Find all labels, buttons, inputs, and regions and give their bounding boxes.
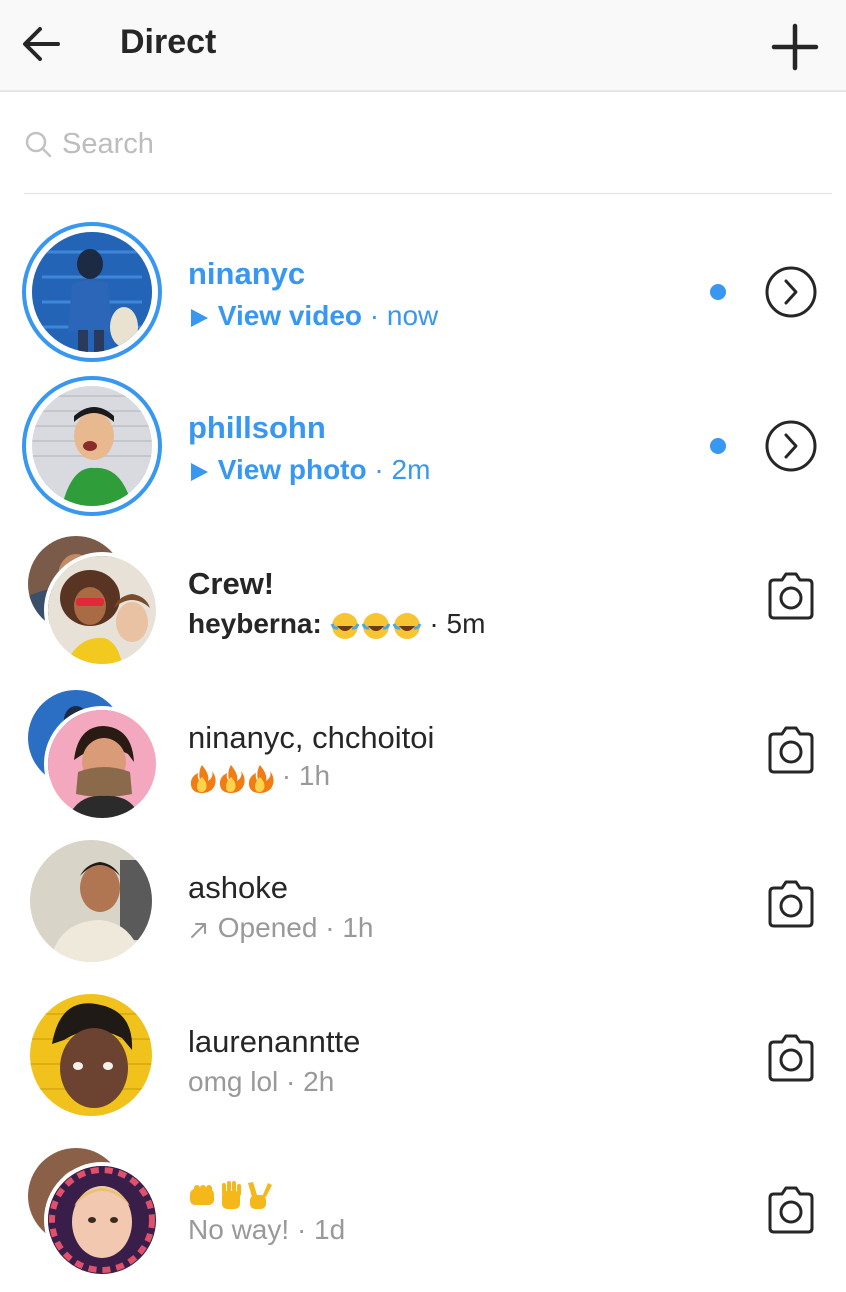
timestamp: 1h <box>298 760 331 791</box>
thread-row[interactable]: Crew! heyberna: · 5m <box>0 528 846 678</box>
separator: · <box>429 608 439 639</box>
camera-icon <box>768 726 814 774</box>
thread-preview: · 1h <box>188 758 330 794</box>
camera-button[interactable] <box>762 1182 820 1240</box>
timestamp: 2h <box>303 1066 335 1097</box>
play-icon <box>191 308 208 327</box>
separator: · <box>369 300 380 331</box>
timestamp: now <box>386 300 439 331</box>
camera-icon <box>768 572 814 620</box>
unread-dot <box>710 284 726 300</box>
thread-name: ninanyc, chchoitoi <box>188 720 435 755</box>
camera-icon <box>768 880 814 928</box>
chevron-right-circle-icon <box>765 266 817 318</box>
sender-name: heyberna: <box>188 608 322 639</box>
thread-row[interactable]: ninanyc, chchoitoi · 1h <box>0 682 846 832</box>
media-label: View video <box>217 300 362 331</box>
thread-row[interactable]: ashoke Opened · 1h <box>0 836 846 986</box>
thread-name: laurenanntte <box>188 1024 361 1059</box>
thread-preview: heyberna: · 5m <box>188 606 485 642</box>
thread-preview: omg lol · 2h <box>188 1064 334 1100</box>
message-text: No way! <box>188 1214 290 1245</box>
thread-name: Crew! <box>188 566 275 601</box>
opened-arrow-icon <box>191 922 206 938</box>
search-input[interactable]: Search <box>24 118 832 170</box>
timestamp: 1h <box>342 912 374 943</box>
avatar[interactable] <box>22 222 162 362</box>
divider <box>24 193 832 194</box>
fire-emoji <box>190 764 274 793</box>
camera-button[interactable] <box>762 568 820 626</box>
camera-icon <box>768 1034 814 1082</box>
thread-name <box>188 1174 274 1214</box>
separator: · <box>325 912 335 943</box>
camera-button[interactable] <box>762 876 820 934</box>
thread-preview: View video · now <box>188 298 438 334</box>
timestamp: 1d <box>314 1214 346 1245</box>
play-icon <box>191 462 208 481</box>
back-button[interactable] <box>18 20 66 68</box>
open-thread-button[interactable] <box>762 263 820 321</box>
avatar[interactable] <box>44 552 160 668</box>
message-text: omg lol <box>188 1066 279 1097</box>
timestamp: 5m <box>446 608 486 639</box>
avatar[interactable] <box>22 376 162 516</box>
avatar[interactable] <box>30 994 152 1116</box>
separator: · <box>281 760 292 791</box>
search-icon <box>25 131 52 158</box>
thread-preview: No way! · 1d <box>188 1212 345 1248</box>
thread-name: ninanyc <box>188 256 306 291</box>
open-thread-button[interactable] <box>762 417 820 475</box>
separator: · <box>296 1214 307 1245</box>
status-text: Opened <box>217 912 318 943</box>
thread-row[interactable]: No way! · 1d <box>0 1142 846 1292</box>
thread-preview: Opened · 1h <box>188 910 373 946</box>
thread-row[interactable]: laurenanntte omg lol · 2h <box>0 990 846 1140</box>
thread-name: ashoke <box>188 870 288 905</box>
search-placeholder: Search <box>62 128 154 160</box>
arrow-left-icon <box>23 27 60 61</box>
plus-icon <box>771 23 819 71</box>
camera-icon <box>768 1186 814 1234</box>
avatar[interactable] <box>30 840 152 962</box>
unread-dot <box>710 438 726 454</box>
chevron-right-circle-icon <box>765 420 817 472</box>
media-label: View photo <box>217 454 367 485</box>
timestamp: 2m <box>391 454 431 485</box>
new-message-button[interactable] <box>768 20 822 74</box>
avatar[interactable] <box>44 706 160 822</box>
camera-button[interactable] <box>762 722 820 780</box>
separator: · <box>286 1066 296 1097</box>
camera-button[interactable] <box>762 1030 820 1088</box>
page-title: Direct <box>120 23 217 61</box>
separator: · <box>374 454 384 485</box>
thread-name: phillsohn <box>188 410 326 445</box>
thread-row[interactable]: ninanyc View video · now <box>0 218 846 368</box>
laughing-tears-emoji <box>330 612 422 639</box>
thread-row[interactable]: phillsohn View photo · 2m <box>0 372 846 522</box>
top-bar: Direct <box>0 0 846 92</box>
avatar[interactable] <box>44 1162 160 1278</box>
fist-hand-victory-emoji <box>190 1180 272 1209</box>
thread-preview: View photo · 2m <box>188 452 430 488</box>
